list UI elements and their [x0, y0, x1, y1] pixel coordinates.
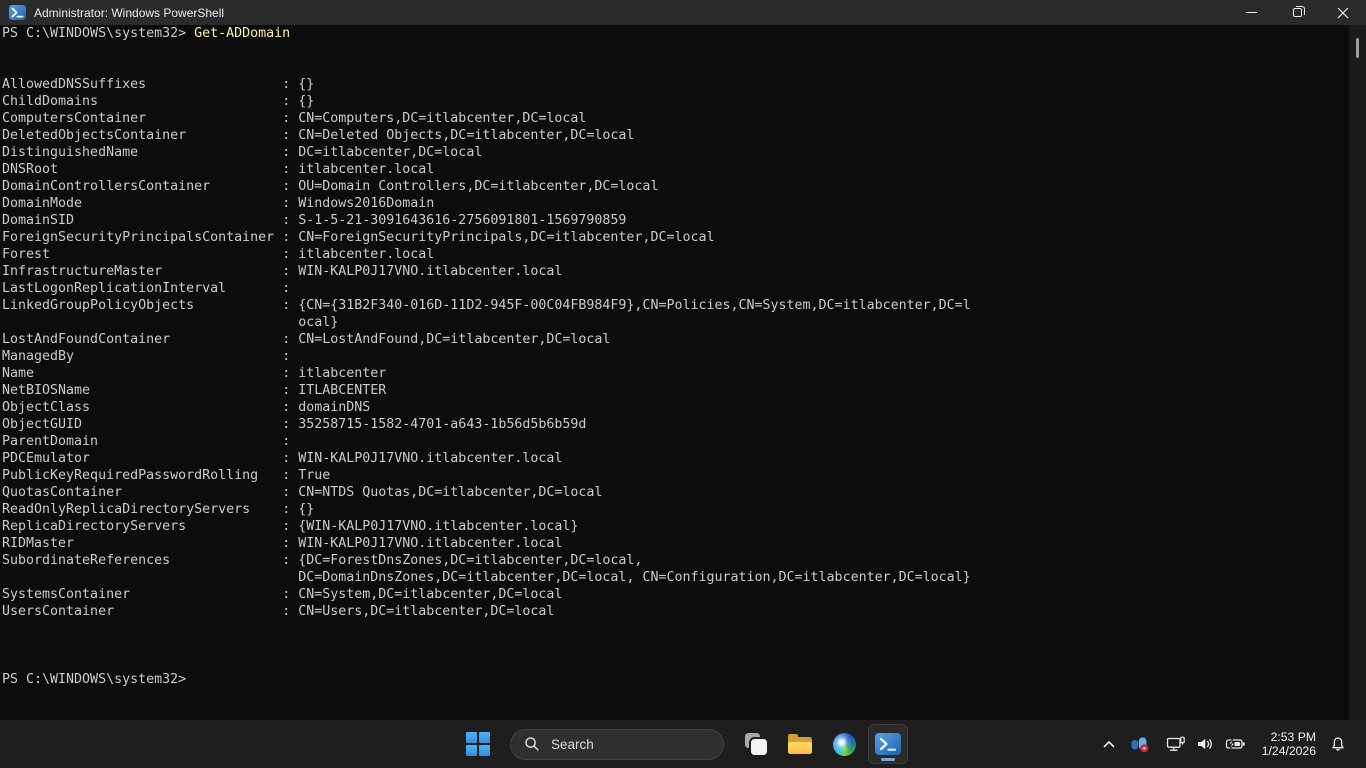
tray-chevron-button[interactable]: [1095, 723, 1123, 765]
start-button[interactable]: [456, 720, 500, 768]
search-icon: [524, 736, 540, 752]
command-text: Get-ADDomain: [194, 26, 290, 41]
tray-clock[interactable]: 2:53 PM 1/24/2026: [1255, 730, 1323, 759]
command-line: PS C:\WINDOWS\system32> Get-ADDomain: [2, 25, 1349, 42]
caption-buttons: [1228, 0, 1366, 25]
taskbar-tray: 2:53 PM 1/24/2026: [1095, 720, 1366, 768]
prompt-text: PS C:\WINDOWS\system32>: [2, 26, 186, 41]
powershell-glyph-icon: [11, 7, 24, 18]
restore-button[interactable]: [1274, 0, 1320, 25]
active-app-tile: [868, 724, 908, 764]
powershell-taskbar-button[interactable]: [866, 720, 910, 768]
app-alert-icon: [1130, 735, 1150, 753]
search-label: Search: [551, 737, 594, 752]
notification-bell-button[interactable]: [1323, 723, 1353, 765]
network-display-icon: [1166, 736, 1186, 752]
search-box[interactable]: Search: [510, 729, 724, 760]
titlebar-left: Administrator: Windows PowerShell: [9, 0, 224, 25]
console-output: AllowedDNSSuffixes : {} ChildDomains : {…: [2, 42, 1349, 688]
volume-icon: [1196, 737, 1215, 751]
file-explorer-icon: [788, 735, 812, 754]
taskbar: Search: [0, 720, 1366, 768]
edge-button[interactable]: [822, 720, 866, 768]
edge-icon: [833, 733, 856, 756]
close-button[interactable]: [1320, 0, 1366, 25]
scrollbar-thumb[interactable]: [1356, 38, 1359, 58]
file-explorer-button[interactable]: [778, 720, 822, 768]
bell-icon: [1330, 736, 1346, 752]
active-app-indicator: [881, 758, 895, 761]
windows-logo-icon: [466, 732, 490, 756]
powershell-taskbar-icon: [875, 733, 901, 755]
minimize-button[interactable]: [1228, 0, 1274, 25]
battery-charging-icon: [1225, 737, 1246, 751]
powershell-window: Administrator: Windows PowerShell PS C: [0, 0, 1366, 720]
taskbar-center: Search: [456, 720, 910, 768]
window-title: Administrator: Windows PowerShell: [34, 6, 224, 20]
restore-icon: [1293, 8, 1302, 17]
chevron-up-icon: [1102, 739, 1116, 749]
task-view-button[interactable]: [734, 720, 778, 768]
tray-app-alert-button[interactable]: [1123, 723, 1157, 765]
tray-status-area[interactable]: [1157, 736, 1255, 752]
titlebar: Administrator: Windows PowerShell: [0, 0, 1366, 25]
tray-date: 1/24/2026: [1262, 744, 1316, 759]
tray-time: 2:53 PM: [1262, 730, 1316, 745]
close-icon: [1337, 7, 1349, 19]
scrollbar-track[interactable]: [1349, 25, 1366, 720]
console[interactable]: PS C:\WINDOWS\system32> Get-ADDomain Allo…: [0, 25, 1349, 720]
powershell-app-icon: [9, 5, 26, 20]
screen: Administrator: Windows PowerShell PS C: [0, 0, 1366, 768]
powershell-glyph-icon: [879, 737, 897, 752]
task-view-icon: [744, 732, 768, 756]
minimize-icon: [1246, 12, 1257, 13]
